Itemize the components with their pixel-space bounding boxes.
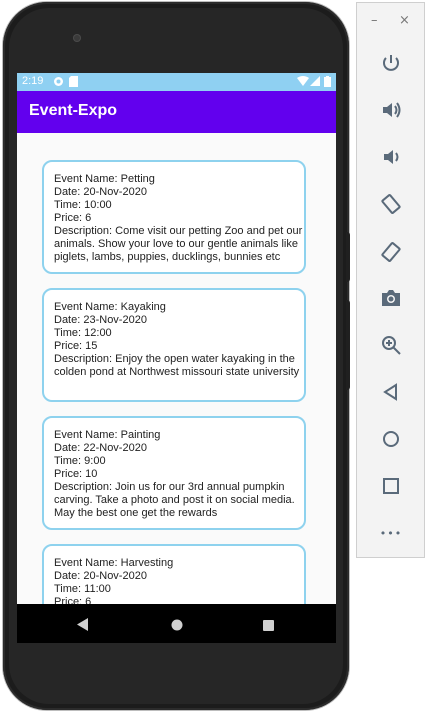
event-card[interactable]: Event Name: Painting Date: 22-Nov-2020 T… xyxy=(42,416,306,530)
recents-nav-button[interactable] xyxy=(263,616,274,635)
sim-card-icon xyxy=(69,76,78,90)
event-price: Price: 10 xyxy=(54,468,98,480)
close-button[interactable]: × xyxy=(399,13,410,28)
home-icon[interactable] xyxy=(378,426,404,452)
app-bar: Event-Expo xyxy=(17,91,336,133)
settings-notification-icon xyxy=(53,76,64,90)
camera-icon[interactable] xyxy=(378,285,404,311)
event-name: Event Name: Harvesting xyxy=(54,557,174,569)
event-time: Time: 11:00 xyxy=(54,583,111,595)
event-date: Date: 20-Nov-2020 xyxy=(54,570,147,582)
event-time: Time: 9:00 xyxy=(54,455,106,467)
event-description: Description: Join us for our 3rd annual … xyxy=(54,481,295,519)
back-nav-button[interactable] xyxy=(77,616,89,635)
event-description: Description: Come visit our petting Zoo … xyxy=(54,225,303,263)
event-card[interactable]: Event Name: Petting Date: 20-Nov-2020 Ti… xyxy=(42,160,306,274)
event-date: Date: 23-Nov-2020 xyxy=(54,314,147,326)
minimize-button[interactable]: – xyxy=(371,13,378,28)
event-time: Time: 10:00 xyxy=(54,199,112,211)
battery-icon xyxy=(324,76,331,90)
emulator-toolbar: – × ••• xyxy=(356,2,425,558)
power-icon[interactable] xyxy=(378,50,404,76)
volume-side-button xyxy=(346,300,350,390)
event-time: Time: 12:00 xyxy=(54,327,112,339)
volume-up-icon[interactable] xyxy=(378,97,404,123)
wifi-icon xyxy=(297,76,309,89)
event-card[interactable]: Event Name: Harvesting Date: 20-Nov-2020… xyxy=(42,544,306,604)
status-bar: 2:19 xyxy=(17,73,336,91)
event-list[interactable]: Event Name: Petting Date: 20-Nov-2020 Ti… xyxy=(17,133,336,604)
event-description: Description: Enjoy the open water kayaki… xyxy=(54,353,300,378)
status-time: 2:19 xyxy=(22,75,44,87)
front-camera xyxy=(73,34,81,42)
navigation-bar xyxy=(17,604,336,643)
event-name: Event Name: Petting xyxy=(54,173,155,185)
event-date: Date: 22-Nov-2020 xyxy=(54,442,147,454)
more-options-icon[interactable]: ••• xyxy=(378,520,404,546)
overview-icon[interactable] xyxy=(378,473,404,499)
volume-down-icon[interactable] xyxy=(378,144,404,170)
event-date: Date: 20-Nov-2020 xyxy=(54,186,147,198)
event-price: Price: 6 xyxy=(54,212,92,224)
event-price: Price: 6 xyxy=(54,596,92,604)
zoom-icon[interactable] xyxy=(378,332,404,358)
rotate-right-icon[interactable] xyxy=(378,239,404,265)
event-card[interactable]: Event Name: Kayaking Date: 23-Nov-2020 T… xyxy=(42,288,306,402)
power-side-button xyxy=(346,232,350,282)
event-name: Event Name: Kayaking xyxy=(54,301,166,313)
rotate-left-icon[interactable] xyxy=(378,191,404,217)
event-name: Event Name: Painting xyxy=(54,429,161,441)
home-nav-button[interactable] xyxy=(171,616,183,635)
back-icon[interactable] xyxy=(378,379,404,405)
signal-icon xyxy=(310,76,320,89)
app-title: Event-Expo xyxy=(29,102,118,119)
event-price: Price: 15 xyxy=(54,340,98,352)
device-screen: 2:19 Event-Expo Event Name: Petting Date… xyxy=(17,73,336,643)
